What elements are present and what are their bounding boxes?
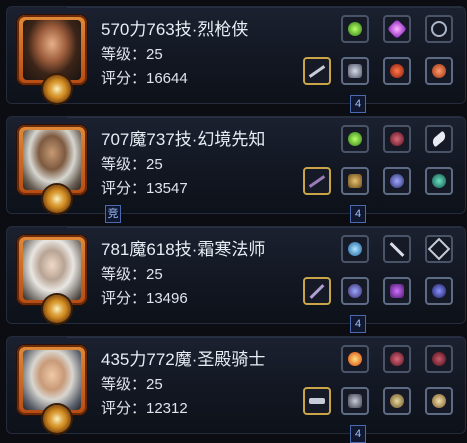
necklace-icon <box>431 21 447 37</box>
sword-icon <box>308 64 326 78</box>
boots-icon <box>432 284 446 298</box>
equipment-slot[interactable] <box>383 277 411 305</box>
ring-icon <box>432 64 446 78</box>
equipment-slot[interactable] <box>303 167 331 195</box>
player-name: 707魔737技·幻境先知 <box>101 130 266 149</box>
equipment-slot[interactable] <box>341 277 369 305</box>
equipment-slot[interactable] <box>383 57 411 85</box>
rune-icon <box>427 237 451 261</box>
equipment-slot[interactable] <box>303 277 331 305</box>
player-score: 评分：13496 <box>101 290 188 307</box>
hammer-icon <box>309 398 325 404</box>
player-level: 等级：25 <box>101 156 163 173</box>
equipment-slot[interactable] <box>303 57 331 85</box>
player-row[interactable]: 707魔737技·幻境先知 等级：25 评分：13547 竞 4 <box>6 116 466 223</box>
equipment-slot[interactable] <box>383 345 411 373</box>
equipment-slot[interactable] <box>383 125 411 153</box>
equipment-slot[interactable] <box>383 235 411 263</box>
dark-gem-icon <box>390 132 404 146</box>
player-level: 等级：25 <box>101 266 163 283</box>
staff-icon <box>308 174 326 188</box>
rank-emblem-icon <box>43 405 71 433</box>
equipment-slot[interactable] <box>425 57 453 85</box>
avatar-portrait <box>23 350 81 410</box>
equipment-slot[interactable] <box>383 15 411 43</box>
equipment-slot[interactable] <box>383 387 411 415</box>
equipment-slot[interactable] <box>303 387 331 415</box>
arena-badge: 竞 <box>105 205 121 223</box>
helmet-icon <box>348 284 362 298</box>
player-score: 评分：12312 <box>101 400 188 417</box>
star-level-badge: 4 <box>350 315 366 333</box>
player-row[interactable]: 781魔618技·霜寒法师 等级：25 评分：13496 4 <box>6 226 466 333</box>
shield-icon <box>432 394 446 408</box>
equipment-slot[interactable] <box>341 345 369 373</box>
equipment-slot[interactable] <box>341 387 369 415</box>
equipment-slot[interactable] <box>383 167 411 195</box>
red-shield-icon <box>390 64 404 78</box>
gauntlet-icon <box>348 394 362 408</box>
player-level: 等级：25 <box>101 376 163 393</box>
feather-icon <box>430 130 448 148</box>
dark-gem-icon <box>390 352 404 366</box>
necklace-icon <box>390 174 404 188</box>
equipment-slot[interactable] <box>341 235 369 263</box>
player-score: 评分：13547 <box>101 180 188 197</box>
dark-gem-icon <box>432 352 446 366</box>
avatar-portrait <box>23 130 81 190</box>
wand-icon <box>389 241 405 257</box>
equipment-slot[interactable] <box>341 167 369 195</box>
purple-gem-icon <box>387 19 407 39</box>
avatar-portrait <box>23 20 81 80</box>
avatar-frame[interactable] <box>17 15 87 85</box>
green-potion-icon <box>348 132 362 146</box>
equipment-slot[interactable] <box>425 277 453 305</box>
equipment-slot[interactable] <box>341 57 369 85</box>
player-name: 570力763技·烈枪侠 <box>101 20 249 39</box>
robe-icon <box>390 284 404 298</box>
player-row[interactable]: 570力763技·烈枪侠 等级：25 评分：16644 4 <box>6 6 466 113</box>
equipment-slot[interactable] <box>425 167 453 195</box>
robe-icon <box>348 174 362 188</box>
rank-emblem-icon <box>43 295 71 323</box>
avatar-frame[interactable] <box>17 235 87 305</box>
player-name: 435力772魔·圣殿骑士 <box>101 350 266 369</box>
equipment-slot[interactable] <box>425 387 453 415</box>
orb-icon <box>348 242 362 256</box>
avatar-portrait <box>23 240 81 300</box>
star-level-badge: 4 <box>350 205 366 223</box>
equipment-slot[interactable] <box>425 345 453 373</box>
equipment-slot[interactable] <box>425 15 453 43</box>
helmet-icon <box>390 394 404 408</box>
rank-emblem-icon <box>43 185 71 213</box>
equipment-slot[interactable] <box>425 235 453 263</box>
staff-icon <box>309 283 325 299</box>
player-name: 781魔618技·霜寒法师 <box>101 240 266 259</box>
avatar-frame[interactable] <box>17 125 87 195</box>
green-potion-icon <box>348 22 362 36</box>
player-level: 等级：25 <box>101 46 163 63</box>
player-score: 评分：16644 <box>101 70 188 87</box>
armor-icon <box>348 64 362 78</box>
rank-emblem-icon <box>43 75 71 103</box>
player-row[interactable]: 435力772魔·圣殿骑士 等级：25 评分：12312 4 <box>6 336 466 443</box>
star-level-badge: 4 <box>350 95 366 113</box>
boots-icon <box>432 174 446 188</box>
star-level-badge: 4 <box>350 425 366 443</box>
fire-icon <box>348 352 362 366</box>
equipment-slot[interactable] <box>341 15 369 43</box>
equipment-slot[interactable] <box>341 125 369 153</box>
avatar-frame[interactable] <box>17 345 87 415</box>
equipment-slot[interactable] <box>425 125 453 153</box>
